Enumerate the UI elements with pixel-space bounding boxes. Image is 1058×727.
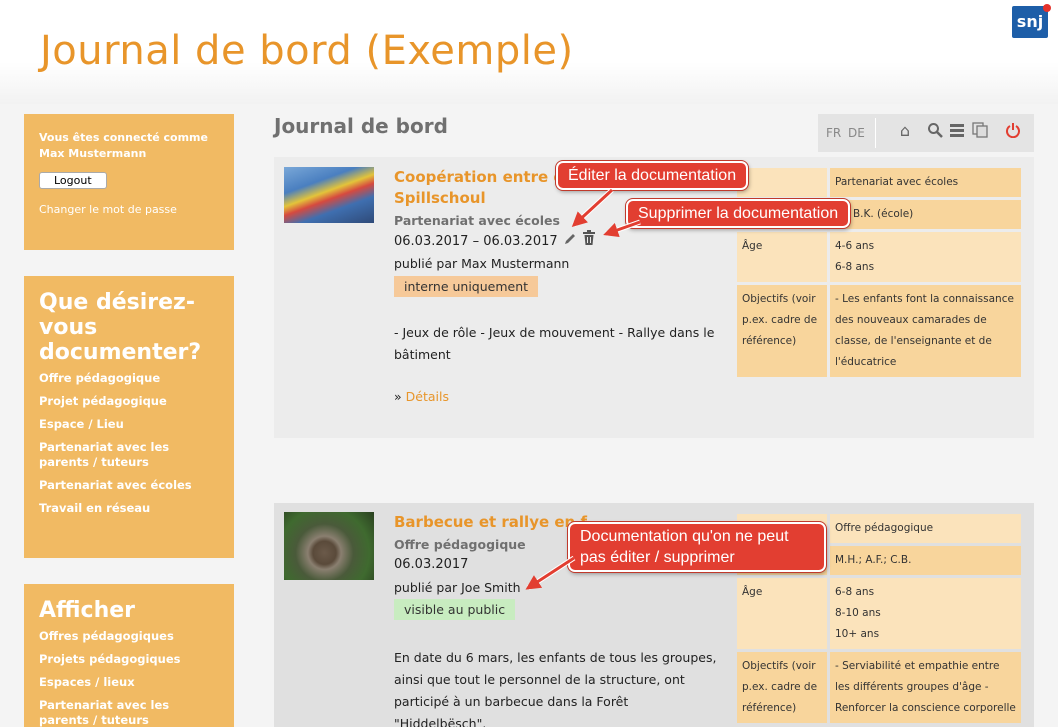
copy-icon[interactable]	[971, 122, 989, 140]
show-link-espaces[interactable]: Espaces / lieux	[39, 675, 219, 690]
page-title: Journal de bord	[274, 114, 448, 138]
document-menu-heading: Que désirez-vous documenter?	[39, 290, 202, 365]
callout-edit: Éditer la documentation	[556, 161, 749, 190]
visibility-badge: interne uniquement	[394, 276, 539, 297]
logo-dot	[1043, 4, 1051, 12]
entry-title-line2[interactable]: Spillschoul	[394, 188, 572, 209]
entry-description: - Jeux de rôle - Jeux de mouvement - Ral…	[394, 325, 715, 362]
snj-logo[interactable]: snj	[1012, 4, 1051, 38]
delete-icon[interactable]	[582, 230, 596, 250]
info-value: Partenariat avec écoles	[830, 168, 1021, 197]
info-value: - Les enfants font la connaissance des n…	[830, 285, 1021, 377]
info-value: 6-8 ans 8-10 ans 10+ ans	[830, 578, 1021, 649]
info-value: A), B.K. (école)	[830, 200, 1021, 229]
toolbar: FR DE ⌂	[818, 114, 1034, 152]
info-key: Objectifs (voir p.ex. cadre de référence…	[737, 285, 827, 377]
info-key: Âge	[737, 578, 827, 649]
doc-link-parents[interactable]: Partenariat avec les parents / tuteurs	[39, 440, 219, 470]
doc-link-offre[interactable]: Offre pédagogique	[39, 371, 219, 386]
doc-link-ecoles[interactable]: Partenariat avec écoles	[39, 478, 219, 493]
entry-author: publié par Max Mustermann	[394, 256, 570, 271]
site-title: Journal de bord (Exemple)	[40, 28, 574, 74]
entry-title[interactable]: Coopération entre gr Spillschoul	[394, 167, 572, 209]
info-key: Objectifs (voir p.ex. cadre de référence…	[737, 652, 827, 723]
power-icon[interactable]	[1004, 122, 1022, 140]
entry-date: 06.03.2017	[394, 557, 469, 572]
entry-author: publié par Joe Smith	[394, 580, 521, 595]
home-icon[interactable]: ⌂	[896, 122, 914, 140]
entry-title-line1[interactable]: Coopération entre gr	[394, 167, 572, 188]
visibility-badge: visible au public	[394, 599, 516, 620]
details-prefix: »	[394, 389, 406, 404]
logged-in-user: Max Mustermann	[39, 147, 147, 160]
entry-date: 06.03.2017 – 06.03.2017	[394, 234, 558, 249]
show-menu: Afficher Offres pédagogiques Projets péd…	[24, 584, 234, 727]
logo-text: snj	[1016, 12, 1044, 31]
entry-thumbnail[interactable]	[284, 512, 374, 580]
entry-thumbnail[interactable]	[284, 167, 374, 223]
doc-link-reseau[interactable]: Travail en réseau	[39, 501, 219, 516]
lang-fr-link[interactable]: FR	[826, 126, 841, 140]
entry-info-table: Partenariat avec écoles A), B.K. (école)…	[734, 165, 1024, 380]
info-key: Âge	[737, 232, 827, 282]
doc-link-projet[interactable]: Projet pédagogique	[39, 394, 219, 409]
search-icon[interactable]	[926, 122, 944, 140]
change-password-link[interactable]: Changer le mot de passe	[39, 203, 219, 216]
doc-link-espace[interactable]: Espace / Lieu	[39, 417, 219, 432]
details-link[interactable]: Détails	[406, 389, 449, 404]
entry-details: » Détails	[394, 389, 449, 404]
header: Journal de bord (Exemple) snj	[0, 0, 1058, 104]
info-value: - Serviabilité et empathie entre les dif…	[830, 652, 1021, 723]
info-value: M.H.; A.F.; C.B.	[830, 546, 1021, 575]
lang-de-link[interactable]: DE	[848, 126, 865, 140]
show-menu-heading: Afficher	[39, 598, 136, 623]
logout-button[interactable]: Logout	[39, 172, 107, 189]
show-link-projets[interactable]: Projets pédagogiques	[39, 652, 219, 667]
info-key	[737, 168, 827, 197]
info-value: Offre pédagogique	[830, 514, 1021, 543]
entry-description: En date du 6 mars, les enfants de tous l…	[394, 650, 717, 727]
list-icon[interactable]	[948, 122, 966, 140]
entry-category: Offre pédagogique	[394, 537, 526, 552]
callout-no-edit: Documentation qu'on ne peut pas éditer /…	[568, 522, 826, 572]
entry-category: Partenariat avec écoles	[394, 213, 560, 228]
document-menu: Que désirez-vous documenter? Offre pédag…	[24, 276, 234, 558]
toolbar-separator	[875, 118, 876, 148]
login-box: Vous êtes connecté comme Max Mustermann …	[24, 114, 234, 250]
info-value: 4-6 ans 6-8 ans	[830, 232, 1021, 282]
logged-in-label: Vous êtes connecté comme	[39, 131, 208, 144]
show-link-offres[interactable]: Offres pédagogiques	[39, 629, 219, 644]
callout-delete: Supprimer la documentation	[626, 199, 851, 228]
edit-icon[interactable]	[563, 231, 577, 250]
show-link-parents[interactable]: Partenariat avec les parents / tuteurs	[39, 698, 219, 727]
